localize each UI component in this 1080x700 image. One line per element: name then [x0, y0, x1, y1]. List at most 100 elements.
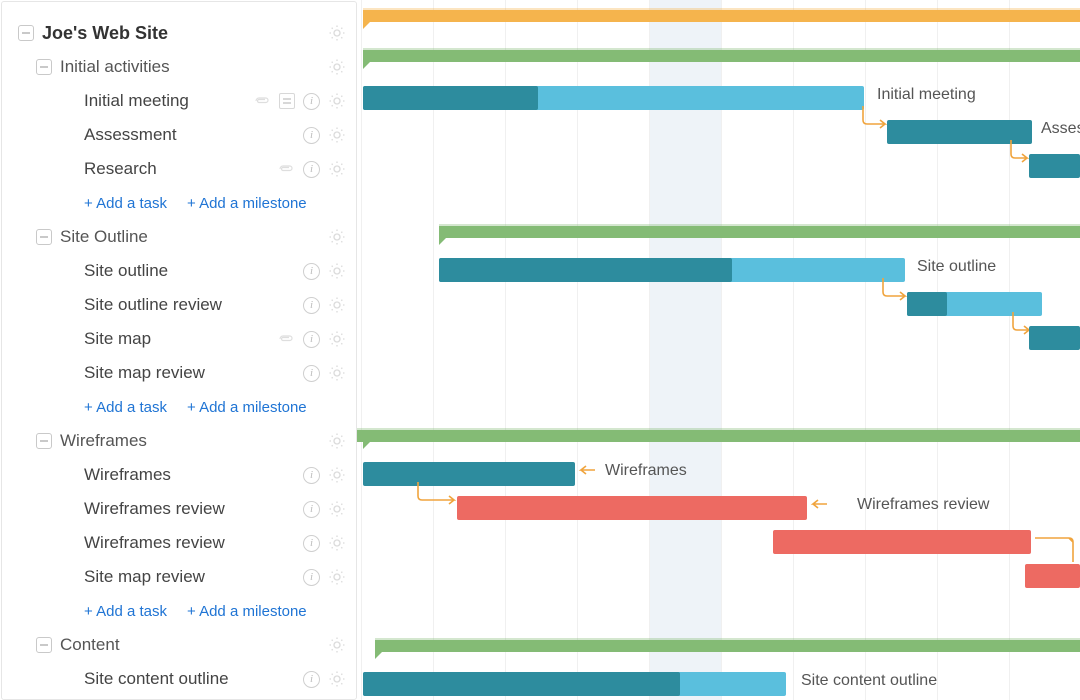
group-row[interactable]: Content	[2, 628, 356, 662]
gear-icon[interactable]	[328, 432, 346, 450]
task-label: Wireframes review	[84, 499, 225, 519]
add-task-button[interactable]: + Add a task	[84, 399, 167, 416]
task-row[interactable]: Site outline i	[2, 254, 356, 288]
task-row[interactable]: Site map review i	[2, 560, 356, 594]
group-label: Site Outline	[60, 227, 148, 247]
gantt-bar[interactable]	[1029, 154, 1080, 178]
summary-bar[interactable]	[375, 638, 1080, 652]
note-icon[interactable]	[279, 93, 295, 109]
add-row: + Add a task + Add a milestone	[2, 594, 356, 628]
app-root: Joe's Web Site Initial activities Initia…	[0, 0, 1080, 700]
gantt-progress	[907, 292, 947, 316]
bar-label: Site content outline	[801, 672, 937, 690]
task-label: Site outline review	[84, 295, 222, 315]
gantt-chart[interactable]: Initial meeting Assessm Site outline Wir…	[357, 0, 1080, 700]
dependency-arrow	[807, 496, 831, 512]
dependency-arrow	[412, 476, 462, 506]
gantt-bar[interactable]	[773, 530, 1031, 554]
gear-icon[interactable]	[328, 228, 346, 246]
group-label: Content	[60, 635, 120, 655]
gantt-bar[interactable]	[1029, 326, 1080, 350]
project-row[interactable]: Joe's Web Site	[2, 16, 356, 50]
gear-icon[interactable]	[328, 296, 346, 314]
info-icon[interactable]: i	[303, 671, 320, 688]
gear-icon[interactable]	[328, 92, 346, 110]
info-icon[interactable]: i	[303, 535, 320, 552]
summary-bar[interactable]	[357, 428, 1080, 442]
group-row[interactable]: Site Outline	[2, 220, 356, 254]
project-title: Joe's Web Site	[42, 23, 168, 44]
attachment-icon[interactable]	[253, 94, 271, 108]
gear-icon[interactable]	[328, 160, 346, 178]
task-row[interactable]: Site map i	[2, 322, 356, 356]
group-row[interactable]: Initial activities	[2, 50, 356, 84]
gear-icon[interactable]	[328, 262, 346, 280]
gear-icon[interactable]	[328, 500, 346, 518]
group-row[interactable]: Wireframes	[2, 424, 356, 458]
info-icon[interactable]: i	[303, 365, 320, 382]
add-task-button[interactable]: + Add a task	[84, 195, 167, 212]
info-icon[interactable]: i	[303, 263, 320, 280]
info-icon[interactable]: i	[303, 297, 320, 314]
task-row[interactable]: Wireframes review i	[2, 526, 356, 560]
gear-icon[interactable]	[328, 126, 346, 144]
bar-label: Assessm	[1041, 120, 1080, 138]
add-task-button[interactable]: + Add a task	[84, 603, 167, 620]
collapse-icon[interactable]	[36, 637, 52, 653]
bar-label: Site outline	[917, 258, 996, 276]
gantt-bar[interactable]	[363, 462, 575, 486]
add-milestone-button[interactable]: + Add a milestone	[187, 195, 307, 212]
collapse-icon[interactable]	[36, 433, 52, 449]
info-icon[interactable]: i	[303, 331, 320, 348]
gear-icon[interactable]	[328, 364, 346, 382]
task-sidebar: Joe's Web Site Initial activities Initia…	[1, 1, 357, 700]
gantt-bar[interactable]	[457, 496, 807, 520]
task-label: Research	[84, 159, 157, 179]
summary-bar[interactable]	[363, 48, 1080, 62]
summary-bar[interactable]	[363, 8, 1080, 22]
collapse-icon[interactable]	[36, 229, 52, 245]
gear-icon[interactable]	[328, 534, 346, 552]
task-label: Wireframes	[84, 465, 171, 485]
task-label: Initial meeting	[84, 91, 189, 111]
gantt-bar[interactable]	[1025, 564, 1080, 588]
gear-icon[interactable]	[328, 636, 346, 654]
task-label: Site map review	[84, 363, 205, 383]
info-icon[interactable]: i	[303, 569, 320, 586]
add-milestone-button[interactable]: + Add a milestone	[187, 603, 307, 620]
add-milestone-button[interactable]: + Add a milestone	[187, 399, 307, 416]
task-label: Site outline	[84, 261, 168, 281]
collapse-icon[interactable]	[18, 25, 34, 41]
info-icon[interactable]: i	[303, 501, 320, 518]
gear-icon[interactable]	[328, 24, 346, 42]
task-label: Wireframes review	[84, 533, 225, 553]
info-icon[interactable]: i	[303, 467, 320, 484]
collapse-icon[interactable]	[36, 59, 52, 75]
task-label: Site map	[84, 329, 151, 349]
info-icon[interactable]: i	[303, 127, 320, 144]
gear-icon[interactable]	[328, 58, 346, 76]
gear-icon[interactable]	[328, 330, 346, 348]
attachment-icon[interactable]	[277, 332, 295, 346]
task-row[interactable]: Wireframes review i	[2, 492, 356, 526]
task-row[interactable]: Site map review i	[2, 356, 356, 390]
task-row[interactable]: Assessment i	[2, 118, 356, 152]
task-row[interactable]: Site outline review i	[2, 288, 356, 322]
gantt-progress	[363, 672, 680, 696]
info-icon[interactable]: i	[303, 93, 320, 110]
gear-icon[interactable]	[328, 670, 346, 688]
summary-bar[interactable]	[439, 224, 1080, 238]
task-row[interactable]: Wireframes i	[2, 458, 356, 492]
task-row[interactable]: Research i	[2, 152, 356, 186]
bar-label: Wireframes	[605, 462, 687, 480]
bar-label: Wireframes review	[857, 496, 989, 514]
group-label: Wireframes	[60, 431, 147, 451]
info-icon[interactable]: i	[303, 161, 320, 178]
attachment-icon[interactable]	[277, 162, 295, 176]
gear-icon[interactable]	[328, 466, 346, 484]
task-row[interactable]: Site content outline i	[2, 662, 356, 696]
add-row: + Add a task + Add a milestone	[2, 390, 356, 424]
task-label: Site content outline	[84, 669, 229, 689]
task-row[interactable]: Initial meeting i	[2, 84, 356, 118]
gear-icon[interactable]	[328, 568, 346, 586]
